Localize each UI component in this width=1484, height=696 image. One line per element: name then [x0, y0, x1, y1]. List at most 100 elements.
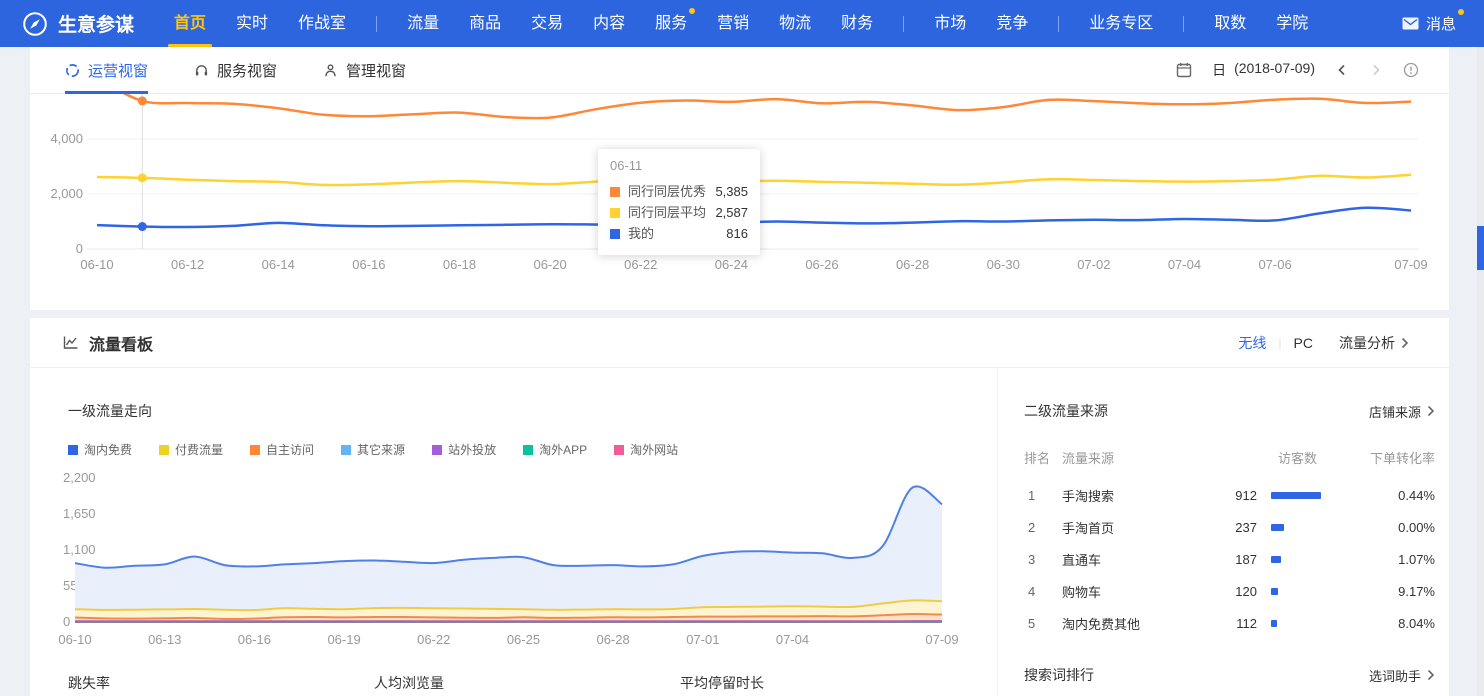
nav-item-marketing[interactable]: 营销 — [717, 0, 749, 47]
source-name: 淘内免费其他 — [1062, 614, 1193, 633]
svg-text:1,100: 1,100 — [63, 542, 96, 557]
source-visitors: 187 — [1193, 552, 1257, 567]
line-chart-icon — [63, 335, 79, 350]
legend-item[interactable]: 付费流量 — [159, 441, 223, 458]
legend-item[interactable]: 自主访问 — [250, 441, 314, 458]
sources-title: 二级流量来源 — [1024, 401, 1108, 421]
primary-traffic-panel: 一级流量走向 淘内免费付费流量自主访问其它来源站外投放淘外APP淘外网站 055… — [30, 368, 997, 696]
legend-item[interactable]: 淘外APP — [523, 441, 587, 458]
legend-item[interactable]: 其它来源 — [341, 441, 405, 458]
source-rank: 1 — [1024, 488, 1062, 503]
prev-date-button[interactable] — [1335, 63, 1349, 77]
shop-source-label: 店铺来源 — [1369, 402, 1421, 421]
traffic-source-table-header: 排名流量来源访客数下单转化率 — [1024, 448, 1435, 467]
nav-message-label: 消息 — [1426, 13, 1456, 34]
table-row[interactable]: 3直通车1871.07% — [1024, 543, 1435, 575]
nav-item-service[interactable]: 服务 — [655, 0, 687, 47]
svg-text:07-02: 07-02 — [1077, 257, 1110, 272]
legend-label: 付费流量 — [175, 441, 223, 458]
tooltip-series-label: 同行同层优秀 — [628, 181, 706, 202]
svg-text:07-04: 07-04 — [1168, 257, 1201, 272]
svg-text:06-24: 06-24 — [715, 257, 748, 272]
series-color-swatch — [610, 187, 620, 197]
nav-message[interactable]: 消息 — [1402, 13, 1464, 34]
svg-text:07-06: 07-06 — [1258, 257, 1291, 272]
source-bar — [1257, 556, 1343, 563]
traffic-board-header: 流量看板 无线|PC 流量分析 — [30, 318, 1449, 368]
stat-avg-stay-duration: 平均停留时长17.48秒 — [680, 673, 986, 696]
series-color-swatch — [610, 208, 620, 218]
svg-text:07-09: 07-09 — [1394, 257, 1427, 272]
nav-item-home[interactable]: 首页 — [174, 0, 206, 47]
nav-item-competition[interactable]: 竞争 — [996, 0, 1028, 47]
page-scrollbar[interactable] — [1477, 47, 1484, 696]
next-date-button[interactable] — [1369, 63, 1383, 77]
table-row[interactable]: 5淘内免费其他1128.04% — [1024, 607, 1435, 639]
chart-tooltip: 06-11 同行同层优秀5,385同行同层平均2,587我的816 — [598, 149, 760, 255]
legend-item[interactable]: 淘内免费 — [68, 441, 132, 458]
traffic-analysis-link[interactable]: 流量分析 — [1339, 333, 1409, 353]
table-row[interactable]: 4购物车1209.17% — [1024, 575, 1435, 607]
visitor-trend-chart[interactable]: 02,0004,00006-1006-1206-1406-1606-1806-2… — [30, 94, 1449, 310]
svg-text:06-30: 06-30 — [987, 257, 1020, 272]
tab-management-view[interactable]: 管理视窗 — [323, 47, 406, 94]
tab-operations-view[interactable]: 运营视窗 — [65, 47, 148, 94]
search-keywords-title: 搜索词排行 — [1024, 665, 1094, 685]
nav-item-logistics[interactable]: 物流 — [779, 0, 811, 47]
series-color-swatch — [250, 445, 260, 455]
tab-service-view[interactable]: 服务视窗 — [194, 47, 277, 94]
stat-bounce-rate: 跳失率59.72% — [68, 673, 374, 696]
series-color-swatch — [159, 445, 169, 455]
svg-text:06-18: 06-18 — [443, 257, 476, 272]
source-bar — [1257, 524, 1343, 531]
tab-label: 运营视窗 — [88, 60, 148, 81]
legend-item[interactable]: 淘外网站 — [614, 441, 678, 458]
nav-item-content[interactable]: 内容 — [593, 0, 625, 47]
nav-item-finance[interactable]: 财务 — [841, 0, 873, 47]
nav-item-product[interactable]: 商品 — [469, 0, 501, 47]
legend-label: 自主访问 — [266, 441, 314, 458]
stat-label: 平均停留时长 — [680, 673, 986, 693]
tab-pc[interactable]: PC — [1294, 335, 1313, 351]
traffic-board-card: 流量看板 无线|PC 流量分析 一级流量走向 淘内免费付费流量自主访问其它来源站… — [30, 318, 1449, 696]
overview-card: 运营视窗 服务视窗管理视窗 日 (2018-07-09) — [30, 47, 1449, 310]
nav-item-trade[interactable]: 交易 — [531, 0, 563, 47]
view-tabbar: 运营视窗 服务视窗管理视窗 日 (2018-07-09) — [30, 47, 1449, 94]
stat-label: 跳失率 — [68, 673, 374, 693]
table-row[interactable]: 2手淘首页2370.00% — [1024, 511, 1435, 543]
table-row[interactable]: 1手淘搜索9120.44% — [1024, 479, 1435, 511]
shop-source-link[interactable]: 店铺来源 — [1369, 402, 1435, 421]
svg-text:06-28: 06-28 — [597, 632, 630, 647]
legend-label: 淘内免费 — [84, 441, 132, 458]
source-visitors: 112 — [1193, 616, 1257, 631]
source-rank: 5 — [1024, 616, 1062, 631]
primary-traffic-area-chart[interactable]: 05501,1001,6502,20006-1006-1306-1606-190… — [55, 463, 997, 663]
brand[interactable]: 生意参谋 — [22, 10, 134, 37]
person-icon — [323, 63, 338, 78]
tooltip-series-label: 我的 — [628, 223, 654, 244]
info-icon[interactable] — [1403, 62, 1419, 78]
svg-text:06-10: 06-10 — [80, 257, 113, 272]
nav-item-realtime[interactable]: 实时 — [236, 0, 268, 47]
nav-item-business-zone[interactable]: 业务专区 — [1089, 0, 1153, 47]
scrollbar-thumb[interactable] — [1477, 226, 1484, 270]
source-name: 直通车 — [1062, 550, 1193, 569]
keyword-assistant-link[interactable]: 选词助手 — [1369, 666, 1435, 685]
source-visitors: 237 — [1193, 520, 1257, 535]
tooltip-row: 同行同层优秀5,385 — [610, 181, 748, 202]
refresh-icon — [65, 63, 80, 78]
legend-item[interactable]: 站外投放 — [432, 441, 496, 458]
source-name: 手淘搜索 — [1062, 486, 1193, 505]
svg-text:07-09: 07-09 — [925, 632, 958, 647]
nav-item-data-extract[interactable]: 取数 — [1214, 0, 1246, 47]
date-picker[interactable]: 日 (2018-07-09) — [1212, 60, 1315, 80]
svg-text:06-26: 06-26 — [805, 257, 838, 272]
nav-item-traffic[interactable]: 流量 — [407, 0, 439, 47]
svg-text:06-13: 06-13 — [148, 632, 181, 647]
nav-item-market[interactable]: 市场 — [934, 0, 966, 47]
nav-item-academy[interactable]: 学院 — [1276, 0, 1308, 47]
device-tabs: 无线|PC — [1238, 333, 1313, 353]
calendar-icon[interactable] — [1176, 62, 1192, 78]
tab-wireless[interactable]: 无线 — [1238, 333, 1266, 353]
nav-item-war-room[interactable]: 作战室 — [298, 0, 346, 47]
